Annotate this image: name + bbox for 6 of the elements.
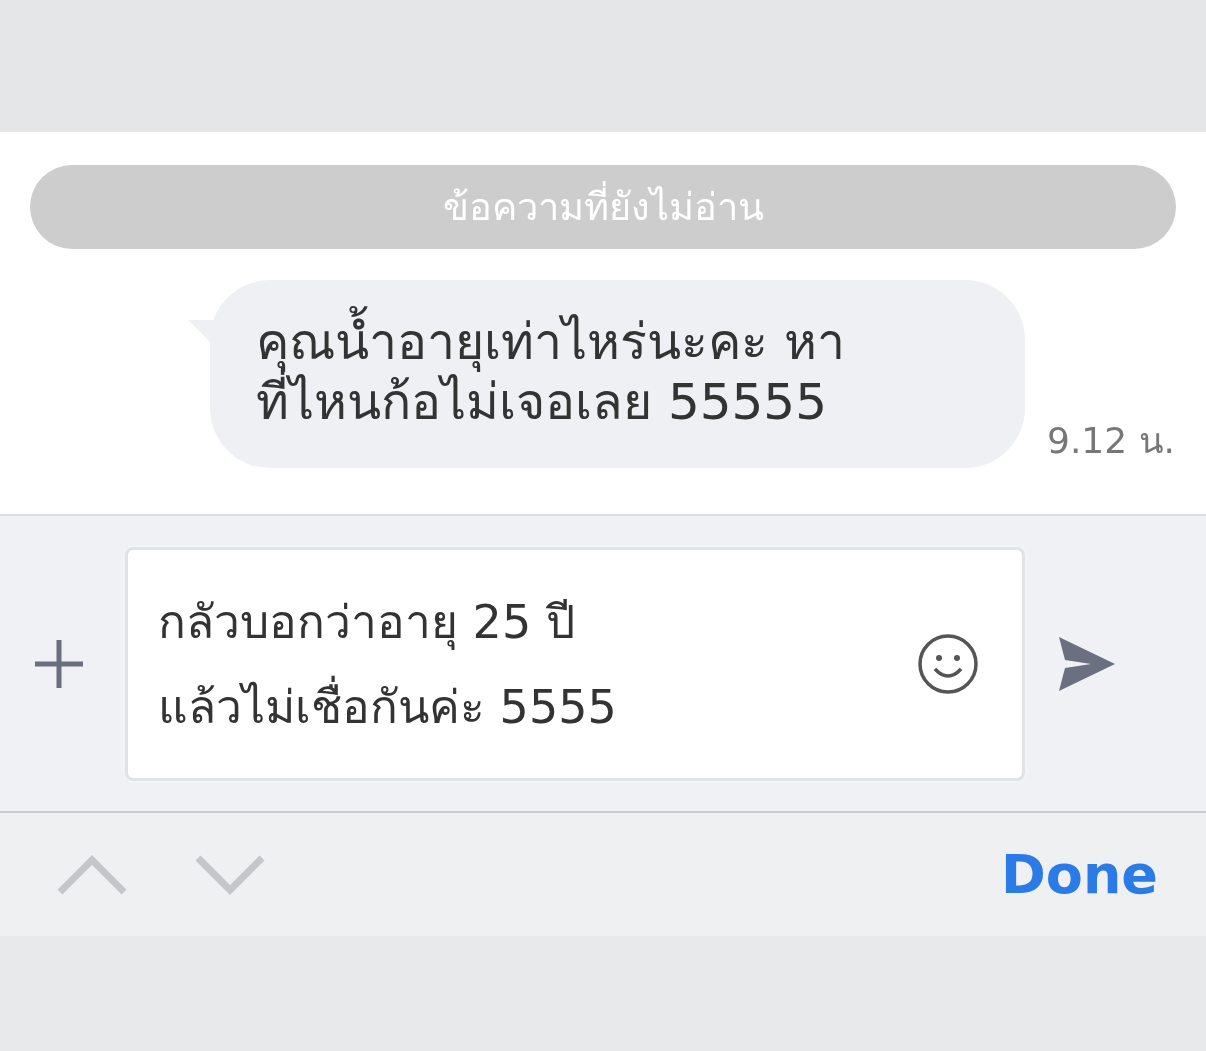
message-input-field[interactable]: กลัวบอกว่าอายุ 25 ปี แล้วไม่เชื่อกันค่ะ 5555 [125, 546, 1025, 781]
done-button[interactable]: Done [1001, 834, 1158, 915]
message-bubble: คุณน้ำอายุเท่าไหร่นะคะ หา ที่ไหนก้อไม่เจอเลย 55555 [210, 280, 1025, 468]
smiley-icon[interactable] [917, 632, 979, 695]
message-time: 9.12 น. [1047, 419, 1176, 463]
send-icon[interactable] [1057, 634, 1117, 693]
